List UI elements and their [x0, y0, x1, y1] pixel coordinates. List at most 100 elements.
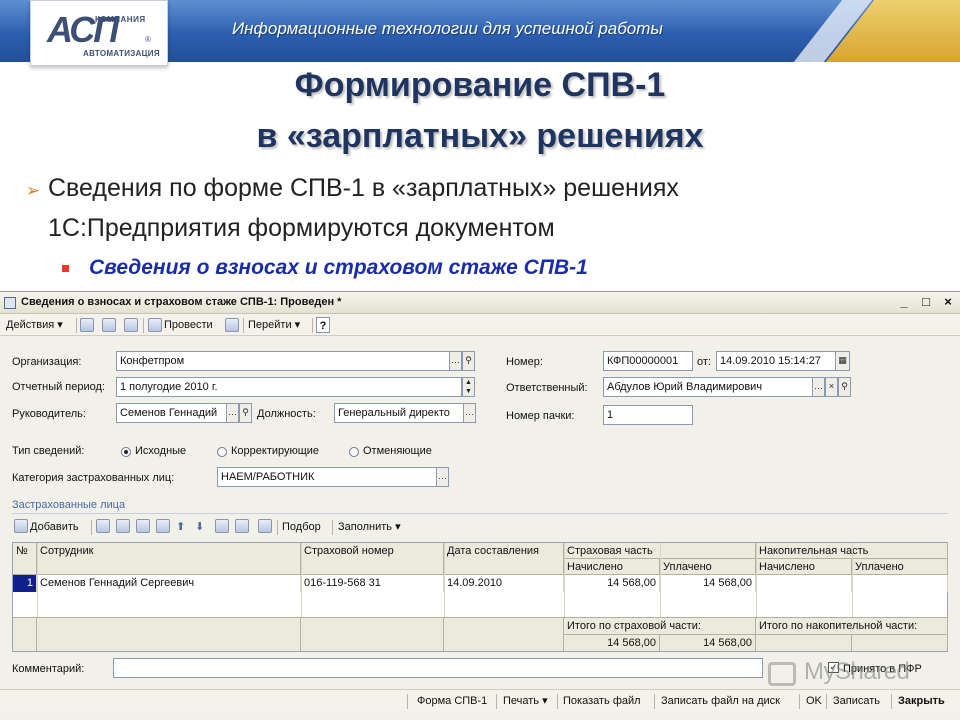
move-down-icon[interactable]: ⬇ — [195, 519, 204, 535]
watermark-icon — [768, 662, 796, 686]
toolbar-separator — [243, 318, 244, 333]
maximize-button[interactable]: □ — [918, 295, 934, 310]
refresh-icon[interactable] — [102, 318, 116, 332]
number-label: Номер: — [506, 356, 543, 368]
fill-label: Заполнить — [338, 521, 393, 533]
fill-menu[interactable]: Заполнить ▾ — [338, 519, 401, 535]
head-open-button[interactable]: ⚲ — [239, 403, 252, 423]
edit-row-icon[interactable] — [116, 519, 130, 533]
type-radio-initial[interactable] — [121, 447, 131, 457]
type-option-correcting: Корректирующие — [231, 445, 320, 457]
comment-label: Комментарий: — [12, 663, 85, 675]
end-edit-icon[interactable] — [156, 519, 170, 533]
total-ins-accrued: 14 568,00 — [564, 634, 660, 651]
org-open-button[interactable]: ⚲ — [462, 351, 475, 371]
row-acc-paid — [852, 575, 948, 592]
toolbar-separator — [496, 694, 497, 709]
slide-title-line1: Формирование СПВ-1 — [294, 66, 666, 104]
category-field[interactable]: НАЕМ/РАБОТНИК — [217, 467, 437, 487]
type-radio-correcting[interactable] — [217, 447, 227, 457]
date-field[interactable]: 14.09.2010 15:14:27 — [716, 351, 836, 371]
body-text-line1: Сведения по форме СПВ-1 в «зарплатных» р… — [48, 174, 679, 202]
print-menu[interactable]: Печать ▾ — [503, 693, 548, 709]
position-select-button[interactable]: … — [463, 403, 476, 423]
head-select-button[interactable]: … — [226, 403, 239, 423]
unpost-icon[interactable] — [225, 318, 239, 332]
responsible-clear-button[interactable]: × — [825, 377, 838, 397]
insured-section-title: Застрахованные лица — [12, 499, 126, 511]
close-window-button[interactable]: × — [940, 295, 956, 310]
delete-row-icon[interactable] — [136, 519, 150, 533]
row-ins-accrued: 14 568,00 — [564, 575, 660, 592]
col-employee-header[interactable]: Сотрудник — [37, 543, 301, 575]
actions-label: Действия — [6, 319, 55, 331]
arrow-bullet-icon: ➢ — [26, 181, 41, 200]
copy-row-icon[interactable] — [96, 519, 110, 533]
document-icon — [4, 297, 16, 309]
col-acc-accrued-header[interactable]: Начислено — [756, 559, 852, 575]
row-acc-accrued — [756, 575, 852, 592]
type-radio-cancelling[interactable] — [349, 447, 359, 457]
row-ins-paid: 14 568,00 — [660, 575, 756, 592]
period-spin-button[interactable]: ▲ ▼ — [462, 377, 475, 397]
period-field[interactable]: 1 полугодие 2010 г. — [116, 377, 462, 397]
col-ins-accrued-header[interactable]: Начислено — [564, 559, 660, 575]
close-button[interactable]: Закрыть — [898, 693, 945, 709]
ok-button[interactable]: OK — [806, 693, 822, 709]
window-title-bar: Сведения о взносах и страховом стаже СПВ… — [0, 292, 960, 314]
toolbar-separator — [277, 520, 278, 535]
responsible-field[interactable]: Абдулов Юрий Владимирович — [603, 377, 813, 397]
col-ins-paid-header[interactable]: Уплачено — [660, 559, 756, 575]
total-acc-paid — [852, 634, 948, 651]
category-label: Категория застрахованных лиц: — [12, 472, 175, 484]
col-num-header[interactable]: № — [13, 543, 37, 575]
toolbar-separator — [312, 318, 313, 333]
sort-asc-icon[interactable] — [215, 519, 229, 533]
save-to-disk-button[interactable]: Записать файл на диск — [661, 693, 780, 709]
show-file-button[interactable]: Показать файл — [563, 693, 641, 709]
position-field[interactable]: Генеральный директо — [334, 403, 464, 423]
toolbar-separator — [826, 694, 827, 709]
move-up-icon[interactable]: ⬆ — [176, 519, 185, 535]
head-field[interactable]: Семенов Геннадий — [116, 403, 227, 423]
minimize-button[interactable]: _ — [896, 295, 912, 310]
back-icon[interactable] — [80, 318, 94, 332]
footer-blank — [444, 617, 564, 651]
org-field[interactable]: Конфетпром — [116, 351, 450, 371]
row-num: 1 — [13, 575, 37, 592]
watermark-text: MyShared — [804, 658, 910, 685]
select-button[interactable]: Подбор — [282, 519, 321, 535]
pack-field[interactable]: 1 — [603, 405, 693, 425]
sub-bullet-text: Сведения о взносах и страховом стаже СПВ… — [89, 256, 588, 279]
check-icon[interactable] — [258, 519, 272, 533]
toolbar-separator — [143, 318, 144, 333]
category-select-button[interactable]: … — [436, 467, 449, 487]
total-insurance-label: Итого по страховой части: — [564, 617, 756, 634]
insured-table[interactable]: № Сотрудник Страховой номер Дата составл… — [12, 542, 948, 652]
footer-blank — [37, 617, 301, 651]
col-acc-paid-header[interactable]: Уплачено — [852, 559, 948, 575]
save-button[interactable]: Записать — [833, 693, 880, 709]
col-insurance-number-header[interactable]: Страховой номер — [301, 543, 444, 575]
add-row-button[interactable]: Добавить — [30, 519, 79, 535]
logo-reg: ® — [145, 35, 151, 44]
goto-label: Перейти — [248, 319, 292, 331]
org-select-button[interactable]: … — [449, 351, 462, 371]
form-spv1-button[interactable]: Форма СПВ-1 — [417, 693, 487, 709]
slide-title-line2: в «зарплатных» решениях — [256, 117, 704, 155]
number-field[interactable]: КФП00000001 — [603, 351, 693, 371]
add-row-icon — [14, 519, 28, 533]
comment-field[interactable] — [113, 658, 763, 678]
goto-menu[interactable]: Перейти ▾ — [248, 317, 300, 333]
toolbar-separator — [891, 694, 892, 709]
movements-icon[interactable] — [124, 318, 138, 332]
calendar-icon[interactable]: ▦ — [835, 351, 850, 371]
post-button[interactable]: Провести — [164, 317, 213, 333]
sort-desc-icon[interactable] — [235, 519, 249, 533]
col-date-header[interactable]: Дата составления — [444, 543, 564, 575]
responsible-open-button[interactable]: ⚲ — [838, 377, 851, 397]
actions-menu[interactable]: Действия ▾ — [6, 317, 63, 333]
help-button[interactable]: ? — [316, 317, 330, 333]
toolbar-separator — [557, 694, 558, 709]
responsible-select-button[interactable]: … — [812, 377, 825, 397]
